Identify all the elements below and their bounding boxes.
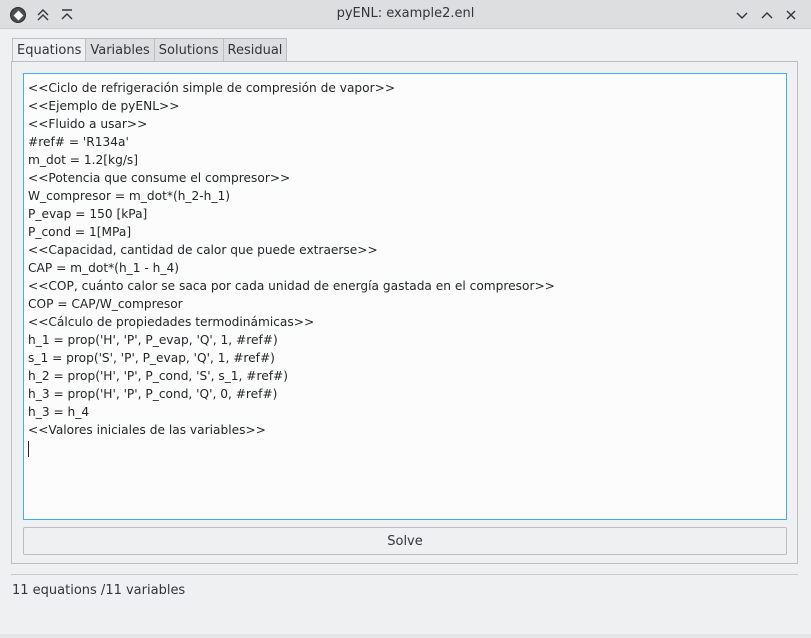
editor-line: <<Potencia que consume el compresor>>: [28, 171, 291, 185]
text-caret: [28, 440, 29, 457]
editor-line: W_compresor = m_dot*(h_2-h_1): [28, 189, 231, 203]
solve-button[interactable]: Solve: [23, 527, 787, 555]
tab-residual[interactable]: Residual: [223, 38, 288, 62]
editor-line: CAP = m_dot*(h_1 - h_4): [28, 261, 179, 275]
window-titlebar: pyENL: example2.enl: [0, 0, 811, 29]
editor-line: h_3 = h_4: [28, 405, 90, 419]
tab-solutions[interactable]: Solutions: [154, 38, 224, 62]
close-icon[interactable]: [782, 6, 800, 24]
editor-line: <<COP, cuánto calor se saca por cada uni…: [28, 279, 555, 293]
editor-line: P_cond = 1[MPa]: [28, 225, 132, 239]
editor-line: <<Ejemplo de pyENL>>: [28, 99, 180, 113]
editor-line: <<Ciclo de refrigeración simple de compr…: [28, 81, 396, 95]
editor-line: <<Fluido a usar>>: [28, 117, 148, 131]
editor-line: <<Valores iniciales de las variables>>: [28, 423, 266, 437]
editor-line: P_evap = 150 [kPa]: [28, 207, 148, 221]
window-bottom-edge: [0, 634, 811, 638]
editor-line: h_3 = prop('H', 'P', P_cond, 'Q', 0, #re…: [28, 387, 278, 401]
editor-line: COP = CAP/W_compresor: [28, 297, 183, 311]
editor-line: h_1 = prop('H', 'P', P_evap, 'Q', 1, #re…: [28, 333, 278, 347]
editor-line: h_2 = prop('H', 'P', P_cond, 'S', s_1, #…: [28, 369, 289, 383]
window-title: pyENL: example2.enl: [336, 6, 475, 21]
status-text: 11 equations /11 variables: [12, 583, 186, 598]
editor-line: <<Capacidad, cantidad de calor que puede…: [28, 243, 378, 257]
editor-line: s_1 = prop('S', 'P', P_evap, 'Q', 1, #re…: [28, 351, 275, 365]
chevron-up-icon[interactable]: [758, 6, 776, 24]
equations-editor[interactable]: <<Ciclo de refrigeración simple de compr…: [23, 73, 787, 520]
editor-line: m_dot = 1.2[kg/s]: [28, 153, 139, 167]
editor-line: <<Cálculo de propiedades termodinámicas>…: [28, 315, 315, 329]
tab-variables[interactable]: Variables: [86, 38, 155, 62]
editor-caret-line: [28, 439, 782, 457]
editor-line: #ref# = 'R134a': [28, 135, 129, 149]
chevron-down-icon[interactable]: [733, 6, 751, 24]
tab-equations[interactable]: Equations: [12, 38, 87, 63]
tab-bar: Equations Variables Solutions Residual: [12, 38, 288, 63]
status-separator: [11, 574, 798, 575]
